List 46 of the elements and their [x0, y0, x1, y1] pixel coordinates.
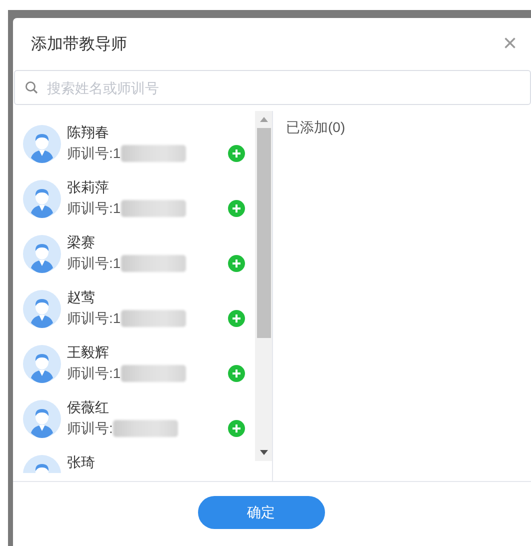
plus-icon [232, 369, 241, 378]
search-icon [25, 81, 38, 94]
add-button[interactable] [228, 145, 245, 162]
avatar-icon [23, 345, 61, 383]
teacher-name: 梁赛 [67, 233, 96, 252]
scroll-down-icon[interactable] [260, 450, 268, 455]
teacher-name: 赵莺 [67, 288, 96, 307]
avatar-icon [23, 290, 61, 328]
teacher-name: 张莉萍 [67, 178, 110, 197]
dialog-title: 添加带教导师 [31, 34, 127, 54]
add-button[interactable] [228, 365, 245, 382]
scroll-up-icon[interactable] [260, 117, 268, 122]
teacher-id: 师训号:1 [67, 144, 121, 163]
redaction-mark [120, 310, 186, 327]
avatar-icon [23, 125, 61, 163]
avatar-icon [23, 235, 61, 273]
plus-icon [232, 204, 241, 213]
teacher-name: 陈翔春 [67, 123, 110, 142]
teacher-id: 师训号:1 [67, 254, 121, 273]
teacher-id: 师训号:1 [67, 364, 121, 383]
redaction-mark [120, 255, 186, 272]
teacher-name: 张琦 [67, 453, 96, 472]
added-count: 已添加(0) [286, 119, 346, 135]
plus-icon [232, 149, 241, 158]
avatar-icon [23, 180, 61, 218]
teacher-id: 师训号:1 [67, 309, 121, 328]
add-button[interactable] [228, 310, 245, 327]
plus-icon [232, 259, 241, 268]
teacher-name: 侯薇红 [67, 398, 110, 417]
search-field[interactable]: 搜索姓名或师训号 [14, 70, 531, 105]
redaction-mark [120, 145, 186, 162]
close-button[interactable]: × [502, 32, 517, 56]
teacher-id: 师训号: [67, 419, 113, 438]
teacher-name: 王毅辉 [67, 343, 110, 362]
add-button[interactable] [228, 420, 245, 437]
redaction-mark [120, 365, 186, 382]
scrollbar[interactable] [255, 111, 272, 461]
redaction-mark [112, 420, 178, 437]
teacher-id: 师训号:1 [67, 199, 121, 218]
redaction-mark [120, 200, 186, 217]
avatar-icon [23, 400, 61, 438]
plus-icon [232, 314, 241, 323]
confirm-button[interactable]: 确定 [198, 496, 324, 529]
plus-icon [232, 424, 241, 433]
add-button[interactable] [228, 255, 245, 272]
add-button[interactable] [228, 200, 245, 217]
